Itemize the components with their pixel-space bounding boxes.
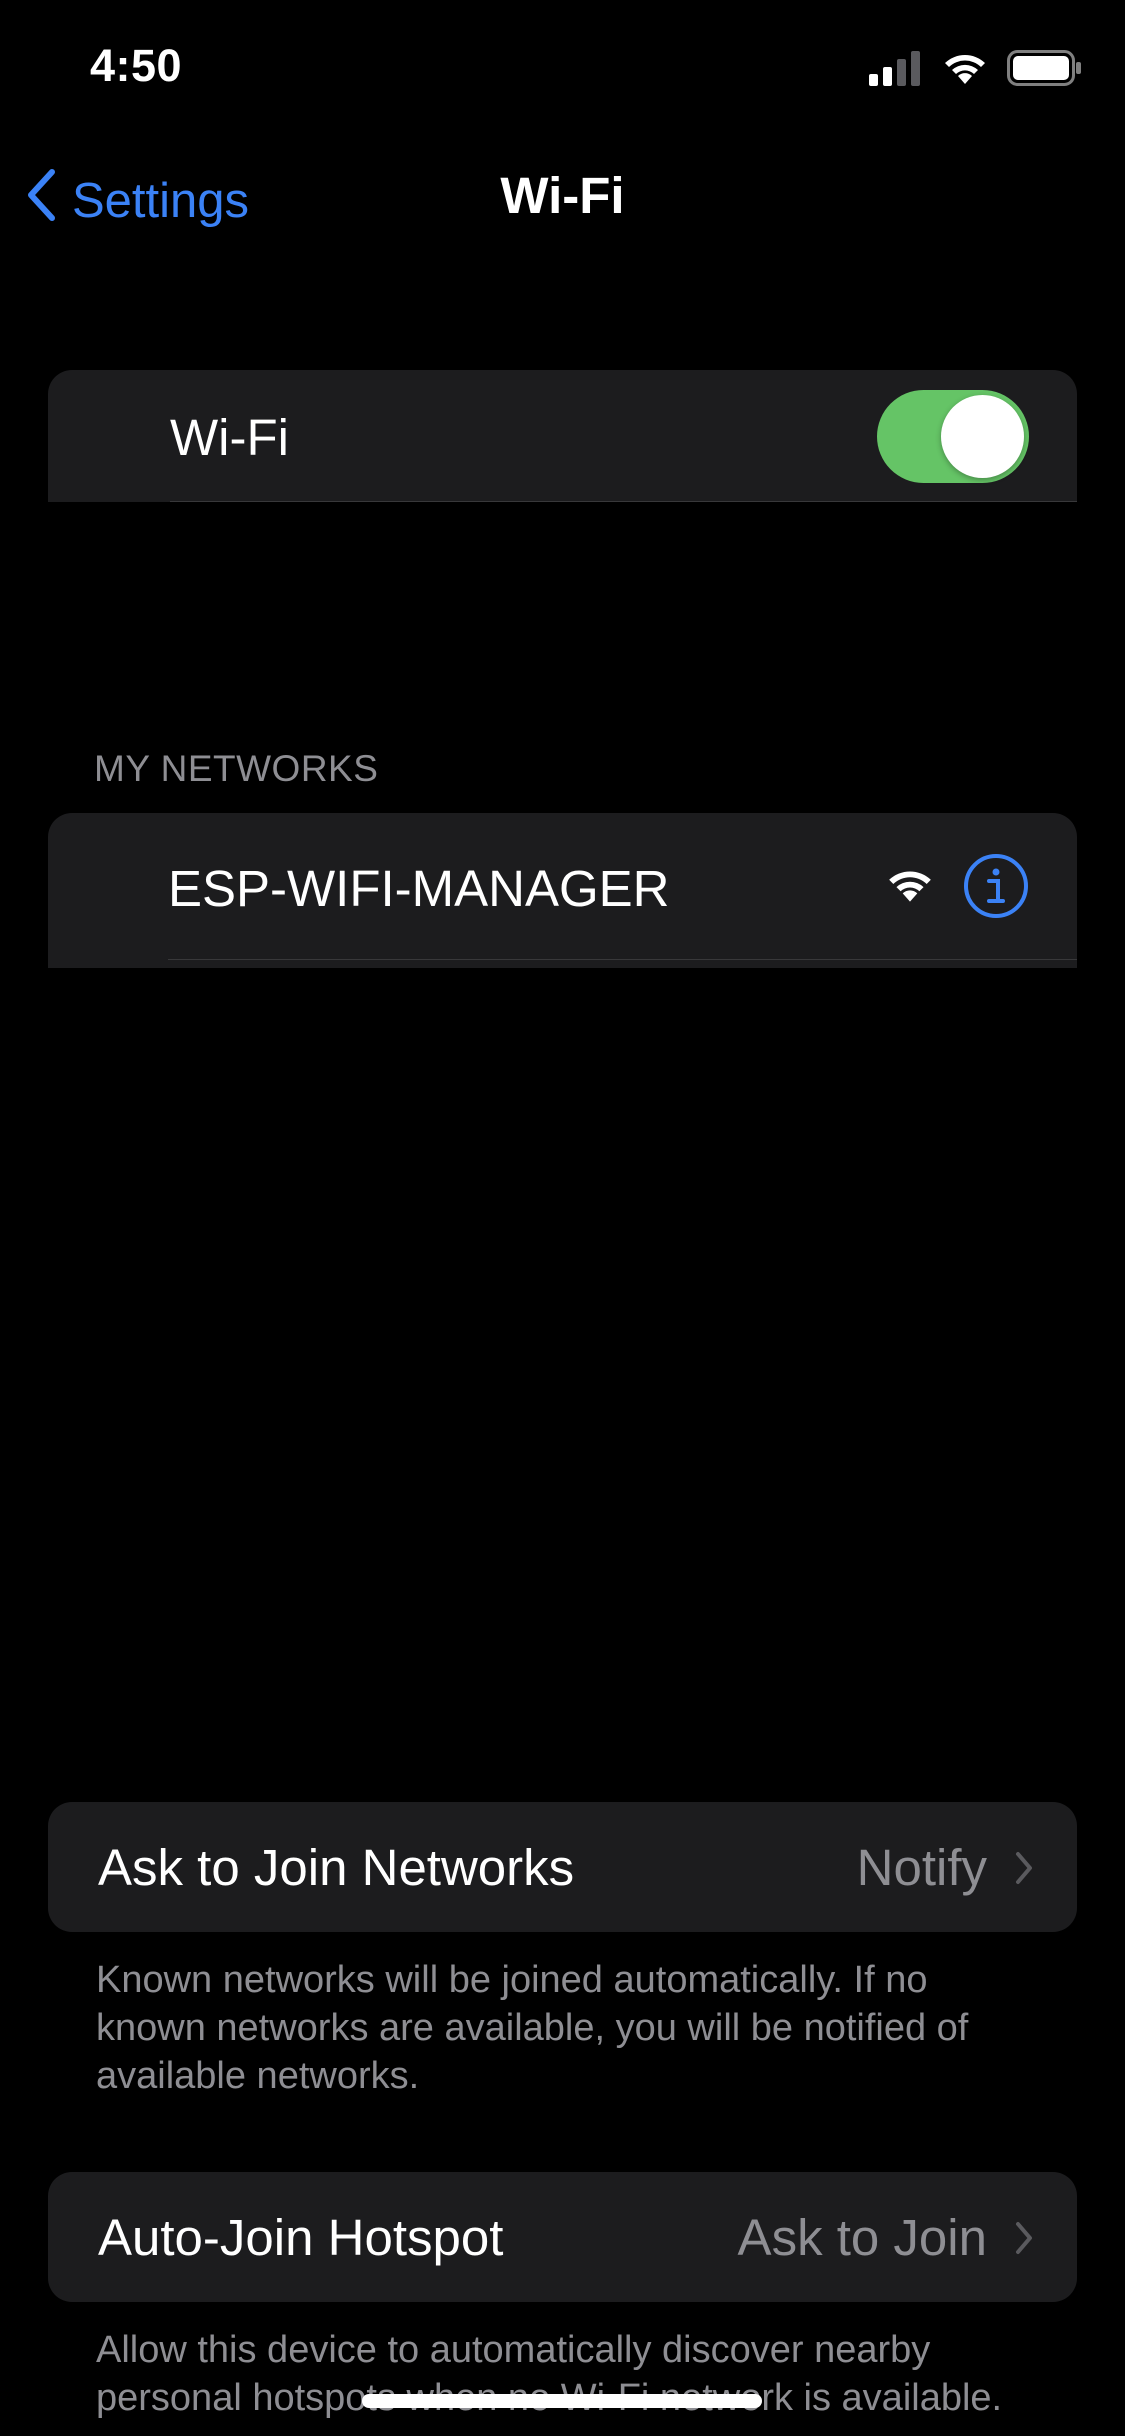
auto-join-hotspot-row[interactable]: Auto-Join Hotspot Ask to Join [48,2172,1077,2302]
auto-join-hotspot-value: Ask to Join [737,2209,987,2266]
wifi-icon [941,50,989,91]
ask-to-join-row[interactable]: Ask to Join Networks Notify [48,1802,1077,1932]
wifi-toggle-group: Wi-Fi [48,370,1077,502]
chevron-right-icon [1015,1838,1033,1897]
divider [168,959,1077,960]
auto-join-hotspot-value-wrap: Ask to Join [738,2208,1033,2267]
wifi-toggle-label: Wi-Fi [170,409,289,466]
my-networks-header: MY NETWORKS [94,748,379,789]
info-icon[interactable] [963,853,1029,924]
network-name: ESP-WIFI-MANAGER [168,860,670,917]
wifi-signal-icon [885,865,935,910]
chevron-right-icon [1015,2208,1033,2267]
wifi-toggle[interactable] [877,390,1029,483]
home-indicator [362,2394,762,2408]
page-title: Wi-Fi [500,167,625,224]
network-row[interactable]: ESP-WIFI-MANAGER [48,813,1077,965]
ask-to-join-footer: Known networks will be joined automatica… [96,1959,969,2097]
cellular-signal-icon [869,50,923,91]
ask-to-join-label: Ask to Join Networks [98,1839,575,1896]
ask-to-join-value: Notify [856,1839,987,1896]
auto-join-hotspot-label: Auto-Join Hotspot [98,2209,504,2266]
toggle-knob [941,395,1024,478]
wifi-settings-screen: 4:50 Settings Wi-Fi Wi-Fi MY NETWORKS ES… [0,0,1125,2436]
divider [170,501,1077,502]
status-icons [869,49,1083,91]
ask-to-join-value-wrap: Notify [857,1838,1033,1897]
status-time: 4:50 [90,40,183,91]
battery-icon [1007,49,1083,91]
my-networks-group: ESP-WIFI-MANAGER [48,813,1077,968]
